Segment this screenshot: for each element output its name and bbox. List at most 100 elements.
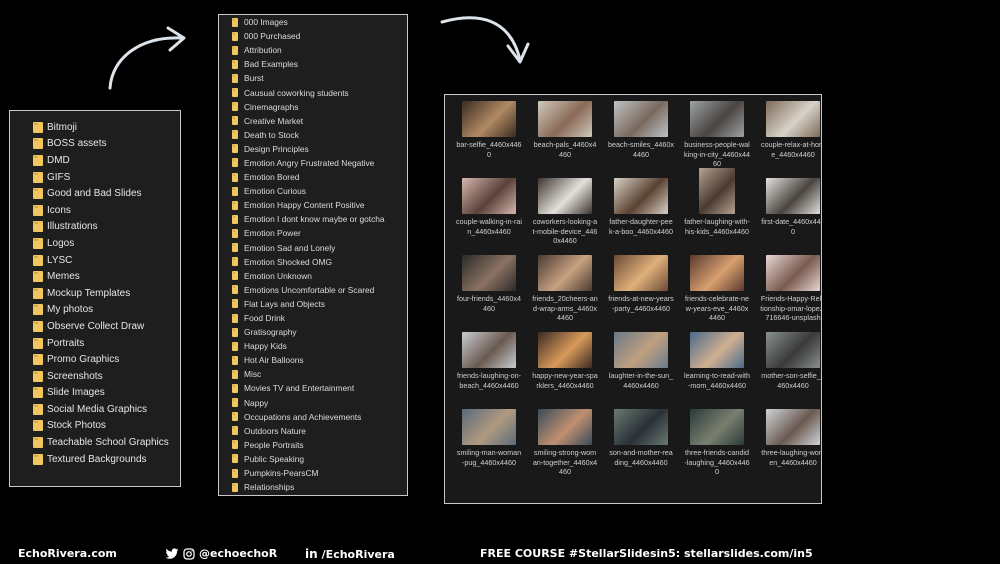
image-file-tile[interactable]: smiling-strong-woman-together_4460x4460 — [527, 409, 603, 486]
folder-item[interactable]: Death to Stock — [219, 128, 407, 142]
folder-item[interactable]: Emotion Bored — [219, 170, 407, 184]
folder-item[interactable]: Outdoors Nature — [219, 424, 407, 438]
folder-item[interactable]: Screenshots — [10, 368, 180, 385]
image-file-tile[interactable]: Friends-Happy-Relationship-omar-lopez-71… — [755, 255, 821, 332]
folder-label: Nappy — [244, 397, 269, 408]
file-name: beach-smiles_4460x4460 — [608, 140, 674, 159]
folder-item[interactable]: Mockup Templates — [10, 285, 180, 302]
folder-icon — [33, 188, 43, 200]
folder-label: Occupations and Achievements — [244, 411, 362, 422]
folder-item[interactable]: Slide Images — [10, 385, 180, 402]
image-file-tile[interactable]: coworkers-looking-at-mobile-device_4460x… — [527, 178, 603, 255]
folder-item[interactable]: Pumpkins-PearsCM — [219, 466, 407, 480]
folder-item[interactable]: Illustrations — [10, 219, 180, 236]
folder-item[interactable]: Gratisography — [219, 325, 407, 339]
image-file-tile[interactable]: friends-at-new-years-party_4460x4460 — [603, 255, 679, 332]
file-name: father-laughing-with-his-kids_4460x4460 — [684, 217, 750, 236]
image-file-tile[interactable]: laughter-in-the-sun_4460x4460 — [603, 332, 679, 409]
footer-social-twitter[interactable]: @echoechoR — [165, 547, 277, 560]
folder-item[interactable]: Promo Graphics — [10, 351, 180, 368]
folder-icon — [33, 138, 43, 150]
file-name: business-people-walking-in-city_4460x446… — [684, 140, 750, 169]
folder-item[interactable]: Emotion Shocked OMG — [219, 255, 407, 269]
folder-item[interactable]: Emotion Angry Frustrated Negative — [219, 156, 407, 170]
folder-item[interactable]: People Portraits — [219, 438, 407, 452]
image-file-tile[interactable]: friends_20cheers-and-wrap-arms_4460x4460 — [527, 255, 603, 332]
folder-icon — [33, 387, 43, 399]
image-file-tile[interactable]: couple-relax-at-home_4460x4460 — [755, 101, 821, 178]
folder-label: 000 Images — [244, 17, 288, 28]
folder-item[interactable]: My photos — [10, 302, 180, 319]
folder-item[interactable]: Portraits — [10, 335, 180, 352]
folder-item[interactable]: Icons — [10, 202, 180, 219]
folder-icon — [232, 299, 238, 309]
image-file-tile[interactable]: friends-laughing-on-beach_4460x4460 — [451, 332, 527, 409]
folder-item[interactable]: LYSC — [10, 252, 180, 269]
image-file-tile[interactable]: beach-pals_4460x4460 — [527, 101, 603, 178]
folder-item[interactable]: Design Principles — [219, 142, 407, 156]
folder-item[interactable]: Emotion Power — [219, 226, 407, 240]
folder-item[interactable]: Emotion Unknown — [219, 269, 407, 283]
image-file-tile[interactable]: three-friends-candid-laughing_4460x4460 — [679, 409, 755, 486]
image-file-tile[interactable]: smiling-man-woman-pug_4460x4460 — [451, 409, 527, 486]
folder-item[interactable]: Logos — [10, 235, 180, 252]
image-file-tile[interactable]: learning-to-read-with-mom_4460x4460 — [679, 332, 755, 409]
image-file-tile[interactable]: business-people-walking-in-city_4460x446… — [679, 101, 755, 178]
footer-course-promo[interactable]: FREE COURSE #StellarSlidesin5: stellarsl… — [480, 547, 813, 560]
folder-item[interactable]: Memes — [10, 268, 180, 285]
folder-item[interactable]: Happy Kids — [219, 339, 407, 353]
folder-item[interactable]: Social Media Graphics — [10, 401, 180, 418]
image-file-tile[interactable]: bar-selfie_4460x4460 — [451, 101, 527, 178]
folder-item[interactable]: Emotion I dont know maybe or gotcha — [219, 212, 407, 226]
image-file-tile[interactable]: father-daughter-peek-a-boo_4460x4460 — [603, 178, 679, 255]
folder-item[interactable]: Observe Collect Draw — [10, 318, 180, 335]
folder-item[interactable]: BOSS assets — [10, 136, 180, 153]
folder-item[interactable]: Public Speaking — [219, 452, 407, 466]
footer-social-linkedin[interactable]: in /EchoRivera — [305, 547, 395, 561]
image-file-tile[interactable]: first-date_4460x4460 — [755, 178, 821, 255]
image-file-tile[interactable]: couple-walking-in-rain_4460x4460 — [451, 178, 527, 255]
folder-item[interactable]: Misc — [219, 367, 407, 381]
folder-item[interactable]: Good and Bad Slides — [10, 185, 180, 202]
folder-item[interactable]: 000 Images — [219, 15, 407, 29]
folder-item[interactable]: Nappy — [219, 396, 407, 410]
folder-item[interactable]: Bitmoji — [10, 119, 180, 136]
folder-icon — [33, 437, 43, 449]
folder-item[interactable]: Textured Backgrounds — [10, 451, 180, 468]
folder-icon — [232, 355, 238, 365]
image-file-tile[interactable]: beach-smiles_4460x4460 — [603, 101, 679, 178]
folder-item[interactable]: DMD — [10, 152, 180, 169]
folder-item[interactable]: Attribution — [219, 43, 407, 57]
folder-item[interactable]: Creative Market — [219, 114, 407, 128]
folder-item[interactable]: Bad Examples — [219, 57, 407, 71]
folder-item[interactable]: Burst — [219, 71, 407, 85]
image-file-tile[interactable]: father-laughing-with-his-kids_4460x4460 — [679, 168, 755, 255]
folder-item[interactable]: Emotions Uncomfortable or Scared — [219, 283, 407, 297]
folder-icon — [33, 354, 43, 366]
folder-item[interactable]: Emotion Happy Content Positive — [219, 198, 407, 212]
folder-label: Screenshots — [47, 370, 103, 382]
footer-brand[interactable]: EchoRivera.com — [18, 547, 117, 560]
image-file-tile[interactable]: friends-celebrate-new-years-eve_4460x446… — [679, 255, 755, 332]
folder-item[interactable]: Stock Photos — [10, 418, 180, 435]
folder-item[interactable]: Cinemagraphs — [219, 100, 407, 114]
folder-item[interactable]: Emotion Curious — [219, 184, 407, 198]
image-file-tile[interactable]: son-and-mother-reading_4460x4460 — [603, 409, 679, 486]
image-file-tile[interactable]: mother-son-selfie_4460x4460 — [755, 332, 821, 409]
image-file-tile[interactable]: four-friends_4460x4460 — [451, 255, 527, 332]
folder-item[interactable]: Relationships — [219, 480, 407, 494]
image-file-tile[interactable]: three-laughing-women_4460x4460 — [755, 409, 821, 486]
folder-item[interactable]: Hot Air Balloons — [219, 353, 407, 367]
folder-item[interactable]: Teachable School Graphics — [10, 434, 180, 451]
folder-label: Emotion Sad and Lonely — [244, 242, 336, 253]
image-file-tile[interactable]: happy-new-year-sparklers_4460x4460 — [527, 332, 603, 409]
folder-item[interactable]: Movies TV and Entertainment — [219, 381, 407, 395]
folder-item[interactable]: 000 Purchased — [219, 29, 407, 43]
photo-thumbnail — [538, 332, 592, 368]
folder-item[interactable]: GIFS — [10, 169, 180, 186]
folder-item[interactable]: Emotion Sad and Lonely — [219, 241, 407, 255]
folder-item[interactable]: Food Drink — [219, 311, 407, 325]
folder-item[interactable]: Flat Lays and Objects — [219, 297, 407, 311]
folder-item[interactable]: Causual coworking students — [219, 85, 407, 99]
folder-item[interactable]: Occupations and Achievements — [219, 410, 407, 424]
